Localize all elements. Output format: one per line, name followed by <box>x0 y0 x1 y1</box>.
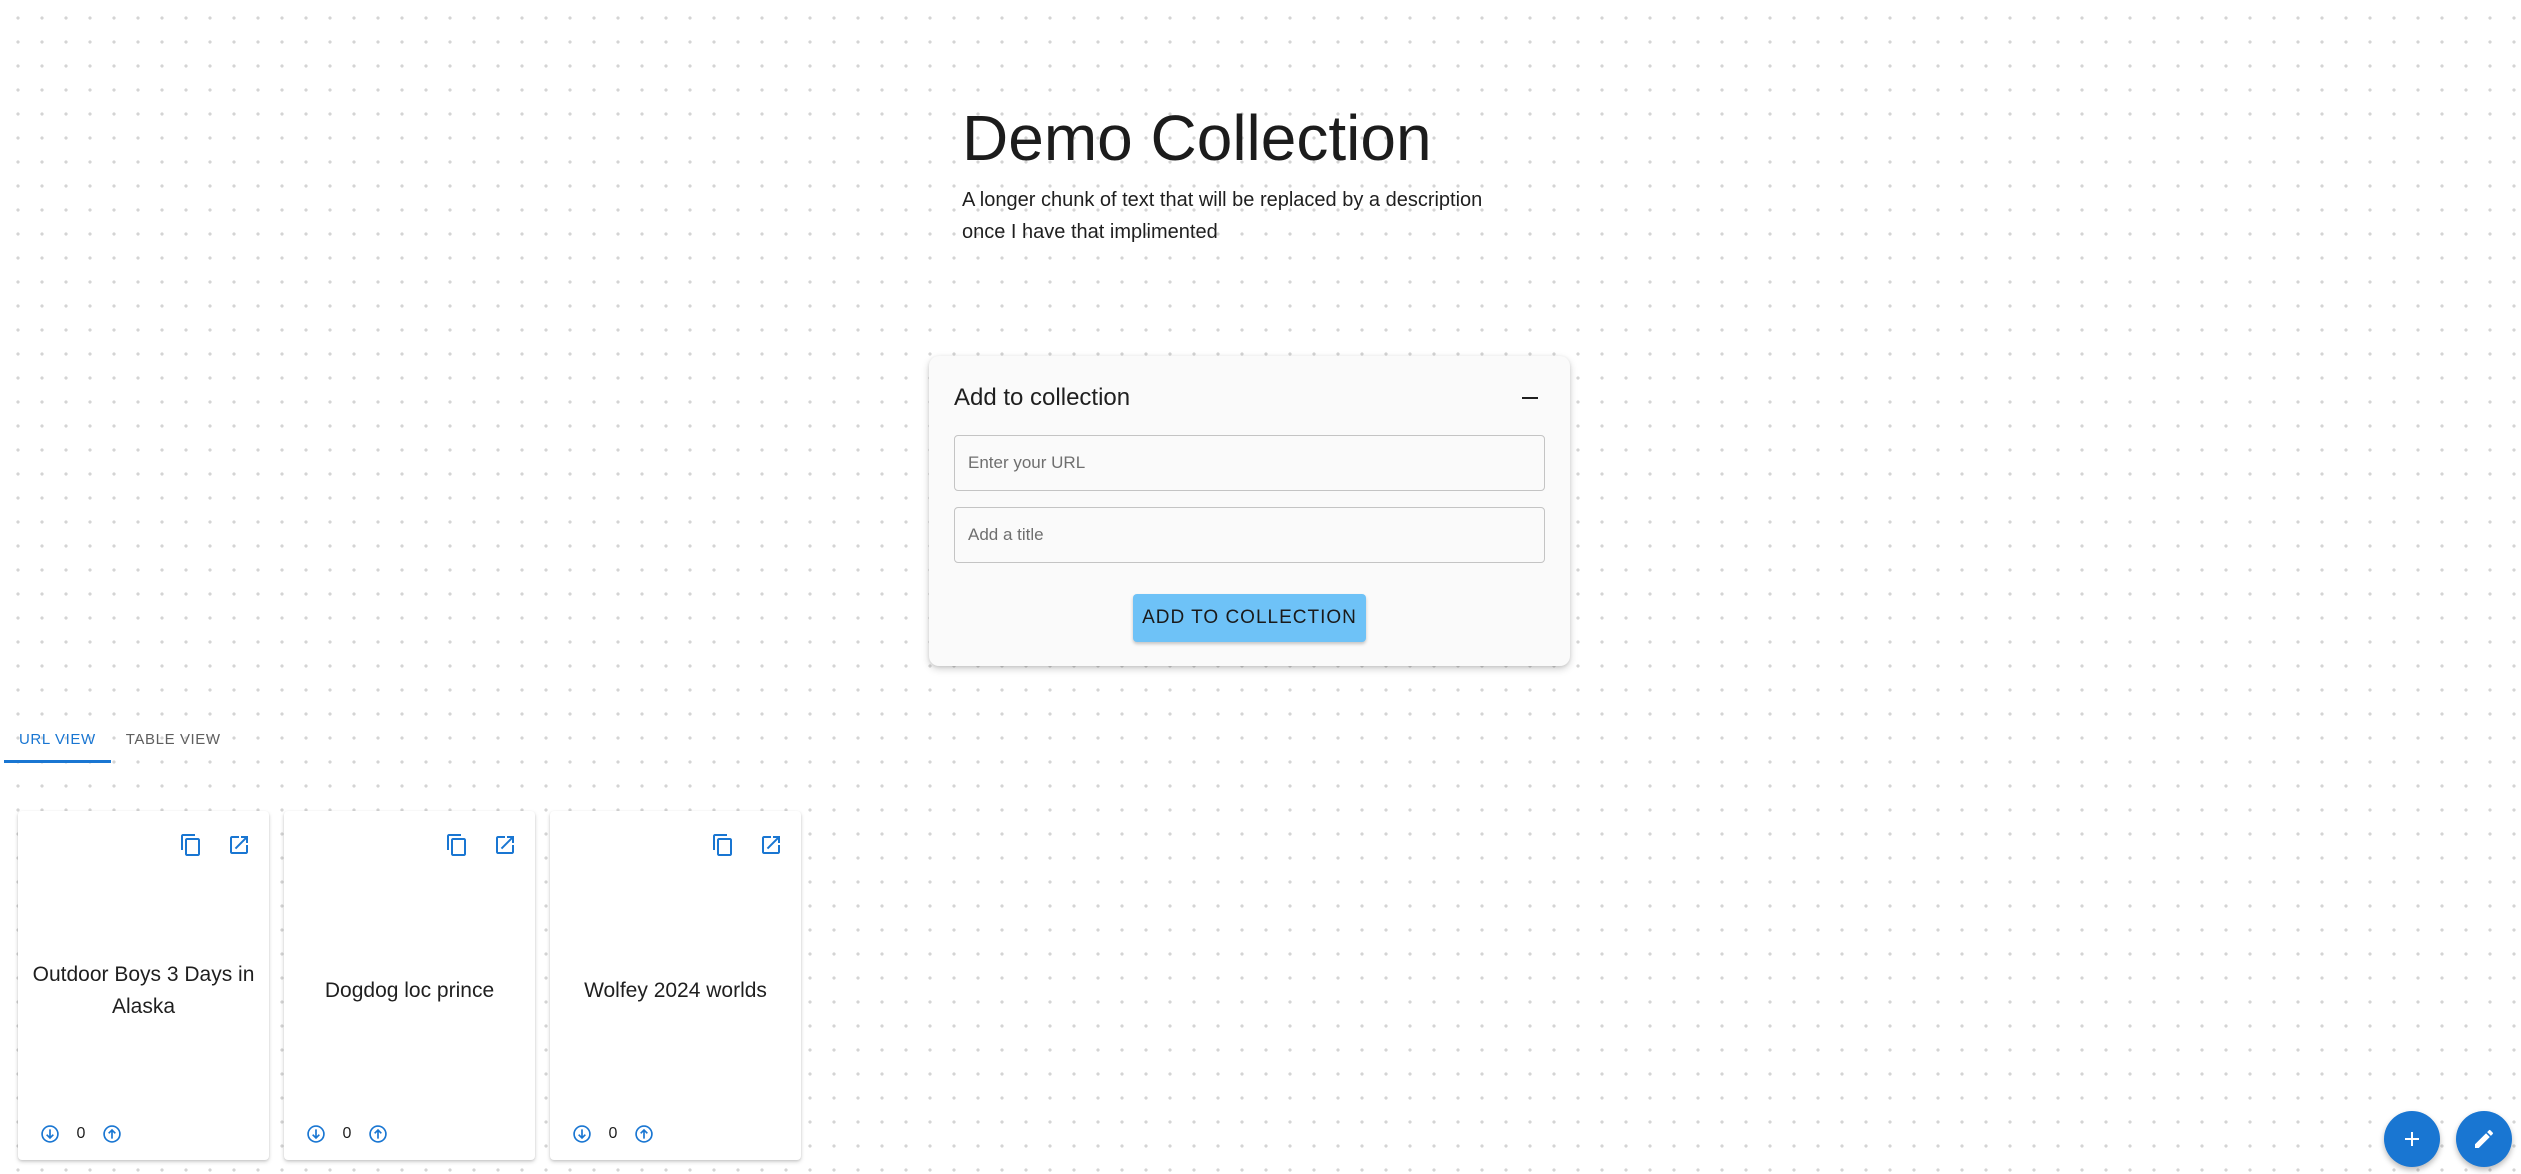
open-link-button[interactable] <box>219 825 259 865</box>
open-link-button[interactable] <box>485 825 525 865</box>
card-actions <box>437 825 525 865</box>
arrow-up-circle-icon <box>635 1125 653 1143</box>
arrow-up-circle-icon <box>369 1125 387 1143</box>
panel-title: Add to collection <box>954 384 1131 411</box>
card-actions <box>703 825 791 865</box>
vote-count: 0 <box>608 1125 618 1142</box>
card-title: Dogdog loc prince <box>324 979 495 1002</box>
open-link-button[interactable] <box>751 825 791 865</box>
card-votes: 0 <box>300 1118 394 1150</box>
arrow-down-circle-icon <box>307 1125 325 1143</box>
page-description: A longer chunk of text that will be repl… <box>962 189 1483 243</box>
arrow-down-circle-icon <box>41 1125 59 1143</box>
collection-header: Demo Collection A longer chunk of text t… <box>962 100 1582 248</box>
url-card: Wolfey 2024 worlds 0 <box>550 811 801 1160</box>
downvote-button[interactable] <box>566 1118 598 1150</box>
copy-icon <box>713 834 732 856</box>
copy-button[interactable] <box>703 825 743 865</box>
downvote-button[interactable] <box>300 1118 332 1150</box>
upvote-button[interactable] <box>628 1118 660 1150</box>
arrow-up-circle-icon <box>103 1125 121 1143</box>
open-in-new-icon <box>230 836 248 854</box>
edit-pencil-icon <box>2475 1129 2494 1148</box>
add-icon <box>2405 1132 2419 1146</box>
edit-fab-button[interactable] <box>2456 1111 2512 1167</box>
add-to-collection-button[interactable]: ADD TO COLLECTION <box>1133 594 1366 642</box>
copy-icon <box>181 834 200 856</box>
view-tabs: URL VIEW TABLE VIEW <box>4 715 236 763</box>
card-title: Outdoor Boys 3 Days in Alaska <box>32 963 255 1018</box>
open-in-new-icon <box>762 836 780 854</box>
upvote-button[interactable] <box>96 1118 128 1150</box>
open-in-new-icon <box>496 836 514 854</box>
title-input[interactable] <box>954 507 1545 563</box>
vote-count: 0 <box>342 1125 352 1142</box>
upvote-button[interactable] <box>362 1118 394 1150</box>
copy-icon <box>447 834 466 856</box>
copy-button[interactable] <box>171 825 211 865</box>
downvote-button[interactable] <box>34 1118 66 1150</box>
page-title: Demo Collection <box>962 102 1432 174</box>
card-title: Wolfey 2024 worlds <box>584 979 767 1002</box>
add-fab-button[interactable] <box>2384 1111 2440 1167</box>
url-card: Outdoor Boys 3 Days in Alaska 0 <box>18 811 269 1160</box>
panel-header: Add to collection <box>954 378 1545 418</box>
minus-icon <box>1522 397 1538 399</box>
add-to-collection-panel: Add to collection ADD TO COLLECTION <box>929 356 1570 666</box>
tab-url-view[interactable]: URL VIEW <box>4 715 111 763</box>
card-votes: 0 <box>34 1118 128 1150</box>
vote-count: 0 <box>76 1125 86 1142</box>
url-card: Dogdog loc prince 0 <box>284 811 535 1160</box>
copy-button[interactable] <box>437 825 477 865</box>
url-input[interactable] <box>954 435 1545 491</box>
collapse-button[interactable] <box>1515 383 1545 413</box>
tab-table-view[interactable]: TABLE VIEW <box>111 715 236 763</box>
arrow-down-circle-icon <box>573 1125 591 1143</box>
card-actions <box>171 825 259 865</box>
card-votes: 0 <box>566 1118 660 1150</box>
